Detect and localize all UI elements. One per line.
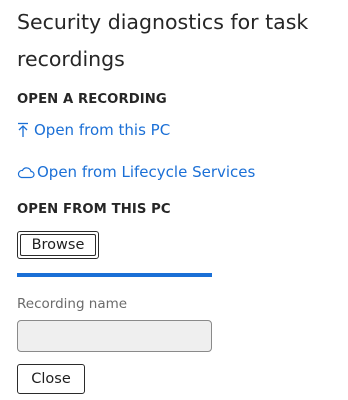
- open-from-pc-link[interactable]: Open from this PC: [17, 121, 170, 139]
- close-button[interactable]: Close: [17, 364, 85, 394]
- open-from-lifecycle-services-link-label: Open from Lifecycle Services: [37, 163, 256, 181]
- cloud-icon: [17, 166, 35, 179]
- security-diagnostics-pane: Security diagnostics for task recordings…: [0, 0, 348, 400]
- open-recording-section-label: OPEN A RECORDING: [17, 92, 167, 107]
- upload-progress-bar: [17, 273, 212, 277]
- recording-name-input[interactable]: [17, 320, 212, 352]
- upload-progress-fill: [17, 273, 212, 277]
- browse-button[interactable]: Browse: [17, 231, 99, 259]
- open-from-pc-section-label: OPEN FROM THIS PC: [17, 202, 171, 217]
- open-from-pc-link-label: Open from this PC: [34, 121, 171, 139]
- open-from-lifecycle-services-link[interactable]: Open from Lifecycle Services: [17, 163, 255, 181]
- upload-arrow-icon: [17, 122, 29, 138]
- page-title: Security diagnostics for task recordings: [17, 10, 309, 71]
- recording-name-label: Recording name: [17, 296, 128, 312]
